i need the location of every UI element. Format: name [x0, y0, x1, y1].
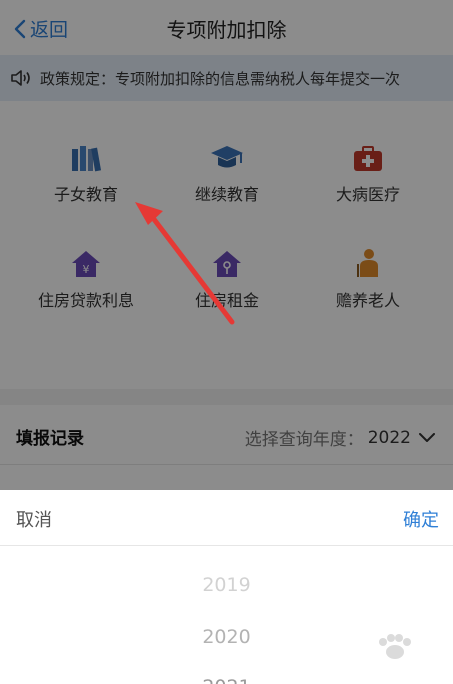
cancel-button[interactable]: 取消 [16, 506, 52, 532]
annotation-arrow [135, 202, 235, 325]
picker-option[interactable]: 2021 [0, 676, 453, 684]
picker-toolbar: 取消 确定 [0, 490, 453, 546]
confirm-button[interactable]: 确定 [403, 506, 439, 532]
watermark-logo [379, 634, 411, 659]
picker-option[interactable]: 2019 [0, 574, 453, 596]
